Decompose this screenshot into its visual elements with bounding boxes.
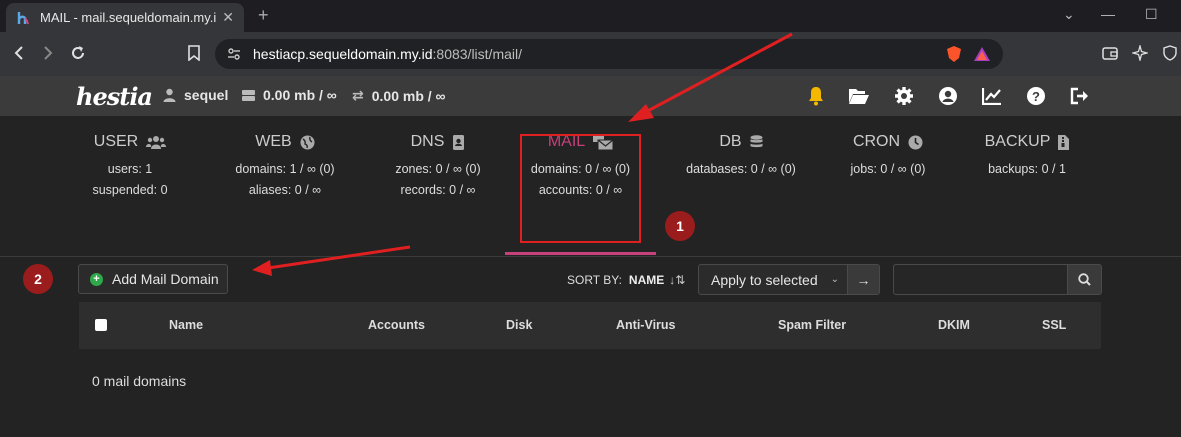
- logout-icon[interactable]: [1069, 85, 1091, 107]
- sort-alpha-icon: ↓⇅: [669, 273, 686, 287]
- stat-backup-title: BACKUP: [984, 133, 1051, 150]
- stat-dns-line1: zones: 0 / ∞ (0): [395, 162, 481, 176]
- address-book-icon: [453, 134, 465, 150]
- browser-tab[interactable]: MAIL - mail.sequeldomain.my.id ✕: [6, 3, 244, 32]
- table-header: Name Accounts Disk Anti-Virus Spam Filte…: [79, 302, 1101, 349]
- search-icon: [1078, 273, 1091, 286]
- column-spam-filter[interactable]: Spam Filter: [778, 318, 846, 332]
- folder-open-icon[interactable]: [848, 85, 870, 107]
- minimize-icon[interactable]: —: [1101, 6, 1115, 22]
- bulk-action-value: Apply to selected: [711, 271, 818, 288]
- stat-user-line1: users: 1: [107, 162, 153, 176]
- stat-web-line1: domains: 1 / ∞ (0): [235, 162, 335, 176]
- stat-dns[interactable]: DNS zones: 0 / ∞ (0) records: 0 / ∞: [378, 130, 498, 197]
- browser-tab-strip: MAIL - mail.sequeldomain.my.id ✕ + ⌄ — ☐: [0, 0, 1181, 32]
- sort-by-value: NAME: [628, 273, 665, 287]
- annotation-badge-1: 1: [665, 211, 695, 241]
- wallet-icon[interactable]: [1099, 42, 1121, 64]
- annotation-highlight-box: [520, 134, 641, 243]
- address-bar[interactable]: hestiacp.sequeldomain.my.id:8083/list/ma…: [215, 39, 1003, 69]
- disk-usage: 0.00 mb / ∞: [263, 87, 337, 103]
- add-mail-domain-button[interactable]: + Add Mail Domain: [78, 264, 228, 294]
- stat-cron-line1: jobs: 0 / ∞ (0): [850, 162, 926, 176]
- column-ssl[interactable]: SSL: [1042, 318, 1066, 332]
- tab-title: MAIL - mail.sequeldomain.my.id: [40, 10, 217, 25]
- hestia-logo[interactable]: hestia: [76, 82, 153, 111]
- vpn-shield-icon[interactable]: [1159, 42, 1181, 64]
- stat-db-line1: databases: 0 / ∞ (0): [686, 162, 796, 176]
- annotation-arrow-2: [252, 245, 411, 276]
- maximize-icon[interactable]: ☐: [1145, 6, 1158, 23]
- column-anti-virus[interactable]: Anti-Virus: [616, 318, 676, 332]
- stat-web[interactable]: WEB domains: 1 / ∞ (0) aliases: 0 / ∞: [229, 130, 341, 197]
- bandwidth-stat: ⇄ 0.00 mb / ∞: [352, 87, 446, 104]
- stat-cron[interactable]: CRON jobs: 0 / ∞ (0): [846, 130, 930, 176]
- search-button[interactable]: [1067, 264, 1102, 295]
- leo-ai-icon[interactable]: [1129, 42, 1151, 64]
- tab-close-icon[interactable]: ✕: [222, 9, 234, 26]
- sort-by-label: SORT BY:: [567, 273, 622, 287]
- search-input[interactable]: [893, 264, 1068, 295]
- hestia-topbar: hestia sequel 0.00 mb / ∞ ⇄ 0.00 mb / ∞ …: [0, 76, 1181, 116]
- user-icon: [163, 88, 176, 102]
- stat-web-title: WEB: [255, 133, 292, 150]
- new-tab-button[interactable]: +: [258, 5, 269, 26]
- browser-toolbar: hestiacp.sequeldomain.my.id:8083/list/ma…: [0, 32, 1181, 76]
- globe-icon: [300, 135, 315, 149]
- clock-icon: [908, 135, 923, 149]
- stat-cron-title: CRON: [852, 133, 901, 150]
- users-icon: [146, 136, 167, 149]
- plus-circle-icon: +: [90, 272, 103, 286]
- column-name[interactable]: Name: [169, 318, 203, 332]
- brave-rewards-icon[interactable]: [973, 45, 991, 63]
- arrow-right-icon: →: [856, 271, 871, 288]
- stat-user-title: USER: [93, 133, 139, 150]
- section-divider: [0, 256, 1181, 257]
- help-icon[interactable]: ?: [1025, 85, 1047, 107]
- chart-line-icon[interactable]: [981, 85, 1003, 107]
- bandwidth-usage: 0.00 mb / ∞: [371, 87, 446, 104]
- add-mail-domain-label: Add Mail Domain: [112, 271, 219, 287]
- url-text: hestiacp.sequeldomain.my.id:8083/list/ma…: [253, 46, 522, 62]
- apply-bulk-action-button[interactable]: →: [847, 264, 880, 295]
- svg-text:?: ?: [1032, 89, 1040, 104]
- sort-by-control[interactable]: SORT BY: NAME ↓⇅: [567, 273, 685, 287]
- disk-stat: 0.00 mb / ∞: [242, 87, 337, 103]
- bell-icon[interactable]: [805, 85, 827, 107]
- stat-dns-title: DNS: [410, 133, 445, 150]
- gear-icon[interactable]: [893, 85, 915, 107]
- user-circle-icon[interactable]: [937, 85, 959, 107]
- annotation-badge-2: 2: [23, 264, 53, 294]
- stat-db[interactable]: DB databases: 0 / ∞ (0): [682, 130, 800, 176]
- column-accounts[interactable]: Accounts: [368, 318, 425, 332]
- stat-user[interactable]: USER users: 1 suspended: 0: [88, 130, 172, 197]
- stat-backup[interactable]: BACKUP backups: 0 / 1: [979, 130, 1075, 176]
- bookmark-icon[interactable]: [183, 42, 205, 64]
- user-stat[interactable]: sequel: [163, 87, 228, 103]
- forward-icon[interactable]: [37, 42, 59, 64]
- back-icon[interactable]: [8, 42, 30, 64]
- stat-user-line2: suspended: 0: [92, 183, 168, 197]
- transfer-icon: ⇄: [352, 87, 364, 103]
- column-disk[interactable]: Disk: [506, 318, 532, 332]
- stat-web-line2: aliases: 0 / ∞: [248, 183, 322, 197]
- username: sequel: [184, 87, 229, 103]
- chevron-down-icon: ⌄: [830, 274, 840, 285]
- bulk-action-select[interactable]: Apply to selected ⌄: [698, 264, 848, 295]
- select-all-checkbox[interactable]: [95, 319, 107, 331]
- stat-db-title: DB: [719, 133, 742, 150]
- column-dkim[interactable]: DKIM: [938, 318, 970, 332]
- database-icon: [750, 134, 763, 147]
- hestia-favicon-icon: [17, 11, 29, 24]
- reload-icon[interactable]: [67, 42, 89, 64]
- active-tab-indicator: [505, 252, 656, 255]
- mail-domain-count: 0 mail domains: [92, 373, 187, 389]
- brave-shields-icon[interactable]: [945, 45, 963, 63]
- file-zip-icon: [1058, 134, 1070, 150]
- stat-backup-line1: backups: 0 / 1: [988, 162, 1066, 176]
- site-settings-icon[interactable]: [227, 47, 241, 61]
- stat-dns-line2: records: 0 / ∞: [400, 183, 476, 197]
- server-icon: [242, 89, 255, 101]
- tab-search-icon[interactable]: ⌄: [1063, 6, 1075, 23]
